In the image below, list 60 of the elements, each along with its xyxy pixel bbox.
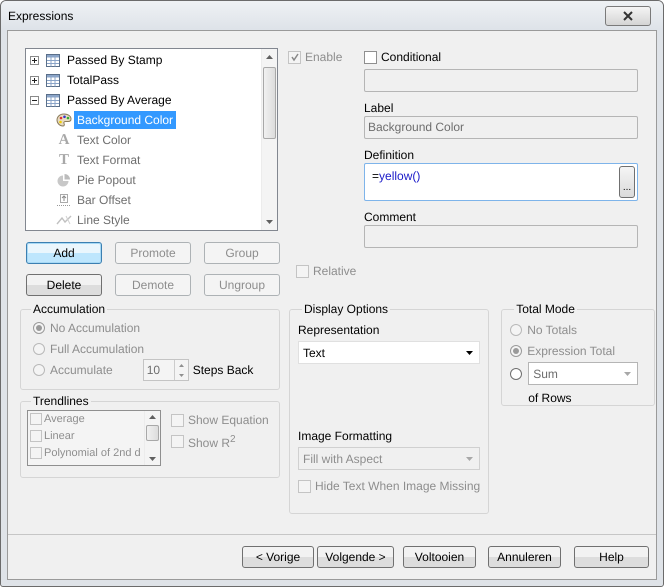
down-arrow-icon[interactable] bbox=[266, 220, 273, 224]
definition-field[interactable]: =yellow() ... bbox=[364, 163, 638, 201]
close-button[interactable] bbox=[605, 6, 651, 26]
footer-button[interactable]: Help bbox=[574, 546, 649, 568]
footer-button[interactable]: Voltooien bbox=[403, 546, 476, 568]
pie-chart-icon bbox=[56, 173, 72, 187]
expand-icon[interactable] bbox=[30, 76, 39, 84]
scrollbar[interactable] bbox=[144, 411, 160, 465]
footer-button[interactable]: Volgende > bbox=[317, 546, 394, 568]
representation-dropdown[interactable]: Text bbox=[298, 341, 480, 364]
tree-item[interactable]: Passed By Average bbox=[64, 91, 175, 109]
table-icon bbox=[46, 94, 60, 106]
action-button[interactable]: Add bbox=[26, 242, 102, 264]
collapse-icon[interactable] bbox=[30, 96, 39, 104]
up-arrow-icon[interactable] bbox=[266, 55, 273, 59]
palette-icon bbox=[56, 113, 72, 127]
check-icon bbox=[290, 52, 300, 62]
footer-button[interactable]: Annuleren bbox=[488, 546, 561, 568]
line-chart-icon bbox=[56, 213, 72, 227]
table-icon bbox=[46, 54, 60, 66]
table-icon bbox=[46, 74, 60, 86]
rows-label: of Rows bbox=[528, 391, 573, 405]
aggregate-dropdown[interactable]: Sum bbox=[528, 362, 638, 385]
field-label: Label bbox=[364, 102, 394, 115]
tree-item[interactable]: Background Color bbox=[74, 111, 176, 129]
radio-label: No Totals bbox=[527, 323, 577, 337]
caret-icon bbox=[466, 350, 474, 354]
radio-label: No Accumulation bbox=[50, 321, 140, 335]
field-label: Representation bbox=[298, 324, 380, 337]
up-arrow-icon[interactable] bbox=[149, 415, 156, 419]
ellipsis-button[interactable]: ... bbox=[619, 166, 635, 198]
caret-icon bbox=[624, 372, 632, 376]
action-button[interactable]: Delete bbox=[26, 274, 102, 296]
glyph-icon: A bbox=[56, 132, 72, 148]
down-arrow-icon[interactable] bbox=[149, 457, 156, 461]
down-arrow-icon[interactable] bbox=[178, 374, 184, 376]
radio-label: Accumulate bbox=[50, 363, 113, 377]
field-label: Comment bbox=[364, 211, 418, 224]
glyph-icon: T bbox=[56, 152, 72, 168]
scrollbar[interactable] bbox=[261, 49, 277, 230]
radio-button[interactable] bbox=[510, 368, 522, 380]
caret-icon bbox=[466, 456, 474, 460]
up-arrow-icon bbox=[56, 193, 72, 207]
radio-label: Full Accumulation bbox=[50, 342, 144, 356]
expand-icon[interactable] bbox=[30, 56, 39, 64]
field-label: Definition bbox=[364, 149, 416, 162]
close-icon bbox=[623, 10, 633, 20]
window-title: Expressions bbox=[8, 8, 74, 22]
group-title: Display Options bbox=[303, 302, 390, 316]
radio-label: Expression Total bbox=[527, 344, 616, 358]
footer-button[interactable]: < Vorige bbox=[242, 546, 314, 568]
tree-item[interactable]: TotalPass bbox=[64, 71, 122, 89]
group-title: Total Mode bbox=[515, 302, 576, 316]
field-label: Image Formatting bbox=[298, 430, 394, 443]
tree-item[interactable]: Passed By Stamp bbox=[64, 51, 166, 69]
conditional-checkbox[interactable]: Conditional bbox=[364, 50, 442, 64]
group-title: Accumulation bbox=[32, 302, 106, 316]
up-arrow-icon[interactable] bbox=[178, 364, 184, 366]
group-title: Trendlines bbox=[32, 394, 90, 408]
steps-label: Steps Back bbox=[192, 363, 254, 377]
